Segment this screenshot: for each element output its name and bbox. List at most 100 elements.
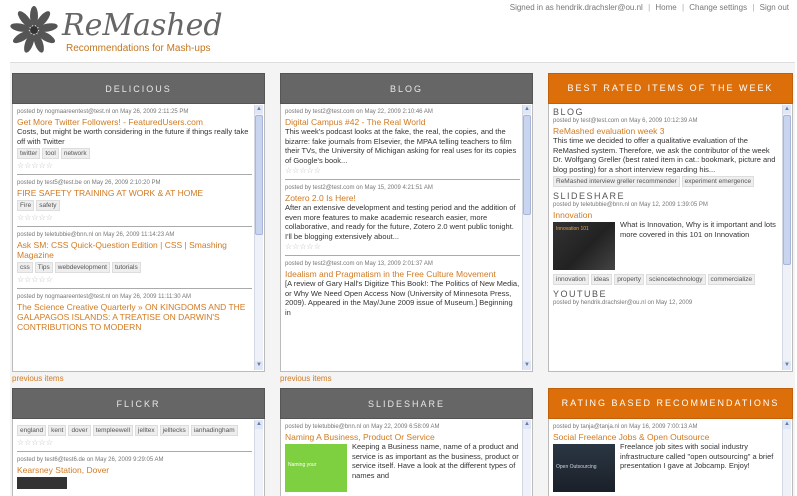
tag[interactable]: css xyxy=(17,262,33,273)
scroll-down-icon[interactable]: ▼ xyxy=(523,361,531,370)
star-rating[interactable]: ☆☆☆☆☆ xyxy=(17,213,252,222)
tag[interactable]: experiment emergence xyxy=(681,176,755,187)
tag[interactable]: templeewell xyxy=(92,425,134,436)
tag[interactable]: twitter xyxy=(17,148,41,159)
tag[interactable]: network xyxy=(60,148,90,159)
item-title-link[interactable]: Get More Twitter Followers! - FeaturedUs… xyxy=(17,117,252,127)
tag[interactable]: kent xyxy=(48,425,67,436)
blog-body: posted by test2@test.com on May 22, 2009… xyxy=(280,104,533,372)
tag[interactable]: tool xyxy=(42,148,59,159)
item-title-link[interactable]: Naming A Business, Product Or Service xyxy=(285,432,520,442)
tag-list: england kent dover templeewell jelltex jellte… xyxy=(17,425,252,437)
slideshare-panel: SLIDESHARE posted by teletubbie@bnn.nl o… xyxy=(280,388,533,496)
slide-thumbnail[interactable]: Innovation 101 xyxy=(553,222,615,270)
delicious-list: posted by nogmaareentest@test.nl on May … xyxy=(17,104,252,371)
scroll-down-icon[interactable]: ▼ xyxy=(255,361,263,370)
flickr-header: FLICKR xyxy=(12,388,265,419)
item-title-link[interactable]: FIRE SAFETY TRAINING AT WORK & AT HOME xyxy=(17,188,252,198)
list-item: posted by test2@test.com on May 13, 2009… xyxy=(285,255,520,321)
home-link[interactable]: Home xyxy=(655,3,676,12)
item-title-link[interactable]: Digital Campus #42 - The Real World xyxy=(285,117,520,127)
section-label-slideshare: SLIDESHARE xyxy=(553,191,626,201)
scroll-up-icon[interactable]: ▲ xyxy=(783,105,791,114)
photo-thumbnail[interactable] xyxy=(17,477,67,489)
previous-items-link[interactable]: previous items xyxy=(280,374,332,383)
item-title-link[interactable]: Social Freelance Jobs & Open Outsource xyxy=(553,432,780,442)
tag-list: twitter tool network xyxy=(17,148,252,160)
flower-logo-icon xyxy=(10,6,58,53)
scroll-thumb[interactable] xyxy=(783,115,791,265)
tag-list: innovation ideas property sciencetechnology… xyxy=(553,274,780,286)
item-title-link[interactable]: Ask SM: CSS Quick-Question Edition | CSS… xyxy=(17,240,252,260)
star-rating[interactable]: ☆☆☆☆☆ xyxy=(285,242,520,251)
tag[interactable]: ReMashed interview greller recommender xyxy=(553,176,680,187)
scroll-up-icon[interactable]: ▲ xyxy=(783,420,791,429)
logo[interactable]: ReMashed Recommendations for Mash-ups xyxy=(10,6,280,56)
logo-subtitle: Recommendations for Mash-ups xyxy=(66,43,211,54)
rating-based-list: posted by tanja@tanja.nl on May 16, 2009… xyxy=(553,419,780,496)
tag[interactable]: tutorials xyxy=(111,262,141,273)
item-title-link[interactable]: Idealism and Pragmatism in the Free Cult… xyxy=(285,269,520,279)
tag[interactable]: ianhadingham xyxy=(190,425,238,436)
flickr-panel: FLICKR england kent dover templeewell jellte… xyxy=(12,388,265,496)
tag[interactable]: commercialize xyxy=(707,274,756,285)
tag[interactable]: Fire xyxy=(17,200,35,211)
scroll-up-icon[interactable]: ▲ xyxy=(255,105,263,114)
list-item: posted by test2@test.com on May 22, 2009… xyxy=(285,104,520,179)
tag[interactable]: sciencetechnology xyxy=(646,274,706,285)
star-rating[interactable]: ☆☆☆☆☆ xyxy=(285,166,520,175)
list-item: posted by test5@test.be on May 26, 2009 … xyxy=(17,174,252,226)
tag-list: Fire safety xyxy=(17,200,252,212)
item-title-link[interactable]: ReMashed evaluation week 3 xyxy=(553,126,780,136)
slide-thumbnail[interactable]: Open Outsourcing xyxy=(553,444,615,492)
tag[interactable]: dover xyxy=(68,425,91,436)
signed-in-text: Signed in as hendrik.drachsler@ou.nl xyxy=(509,3,643,12)
tag[interactable]: jelltex xyxy=(135,425,158,436)
tag[interactable]: jelltecks xyxy=(159,425,189,436)
scroll-up-icon[interactable]: ▲ xyxy=(523,105,531,114)
tag[interactable]: innovation xyxy=(553,274,589,285)
best-rated-header: BEST RATED ITEMS OF THE WEEK xyxy=(548,73,793,104)
scrollbar[interactable]: ▲ ▼ xyxy=(254,105,263,370)
rating-based-body: posted by tanja@tanja.nl on May 16, 2009… xyxy=(548,419,793,496)
logo-title: ReMashed xyxy=(62,8,223,43)
star-rating[interactable]: ☆☆☆☆☆ xyxy=(17,438,252,447)
tag[interactable]: ideas xyxy=(590,274,613,285)
top-nav: Signed in as hendrik.drachsler@ou.nl | H… xyxy=(510,3,789,12)
scroll-up-icon[interactable]: ▲ xyxy=(255,420,263,429)
best-rated-panel: BEST RATED ITEMS OF THE WEEK BLOG posted… xyxy=(548,73,793,372)
scroll-down-icon[interactable]: ▼ xyxy=(783,361,791,370)
star-rating[interactable]: ☆☆☆☆☆ xyxy=(17,161,252,170)
tag[interactable]: safety xyxy=(36,200,60,211)
item-title-link[interactable]: Kearsney Station, Dover xyxy=(17,465,252,475)
scroll-thumb[interactable] xyxy=(523,115,531,215)
item-title-link[interactable]: Zotero 2.0 Is Here! xyxy=(285,193,520,203)
scroll-thumb[interactable] xyxy=(255,115,263,235)
tag[interactable]: Tips xyxy=(34,262,53,273)
star-rating[interactable]: ☆☆☆☆☆ xyxy=(17,275,252,284)
list-item: posted by tanja@tanja.nl on May 16, 2009… xyxy=(553,419,780,492)
scrollbar[interactable]: ▲ ▼ xyxy=(522,105,531,370)
blog-list: posted by test2@test.com on May 22, 2009… xyxy=(285,104,520,371)
sign-out-link[interactable]: Sign out xyxy=(760,3,789,12)
nav-separator: | xyxy=(648,3,651,12)
blog-panel: BLOG posted by test2@test.com on May 22,… xyxy=(280,73,533,383)
scrollbar[interactable]: ▲ xyxy=(782,420,791,496)
tag[interactable]: webdevelopment xyxy=(54,262,110,273)
scrollbar[interactable]: ▲ xyxy=(254,420,263,496)
nav-separator: | xyxy=(752,3,755,12)
item-title-link[interactable]: The Science Creative Quarterly » ON KING… xyxy=(17,302,252,332)
scrollbar[interactable]: ▲ ▼ xyxy=(782,105,791,370)
scrollbar[interactable]: ▲ xyxy=(522,420,531,496)
previous-items-link[interactable]: previous items xyxy=(12,374,64,383)
delicious-header: DELICIOUS xyxy=(12,73,265,104)
list-item: posted by test2@test.com on May 15, 2009… xyxy=(285,179,520,255)
list-item: posted by teletubbie@bnn.nl on May 22, 2… xyxy=(285,419,520,492)
change-settings-link[interactable]: Change settings xyxy=(689,3,747,12)
scroll-up-icon[interactable]: ▲ xyxy=(523,420,531,429)
tag[interactable]: property xyxy=(614,274,645,285)
slide-thumbnail[interactable]: Naming your xyxy=(285,444,347,492)
tag[interactable]: england xyxy=(17,425,47,436)
item-title-link[interactable]: Innovation xyxy=(553,210,780,220)
best-rated-list: BLOG posted by test@test.com on May 6, 2… xyxy=(553,104,780,371)
